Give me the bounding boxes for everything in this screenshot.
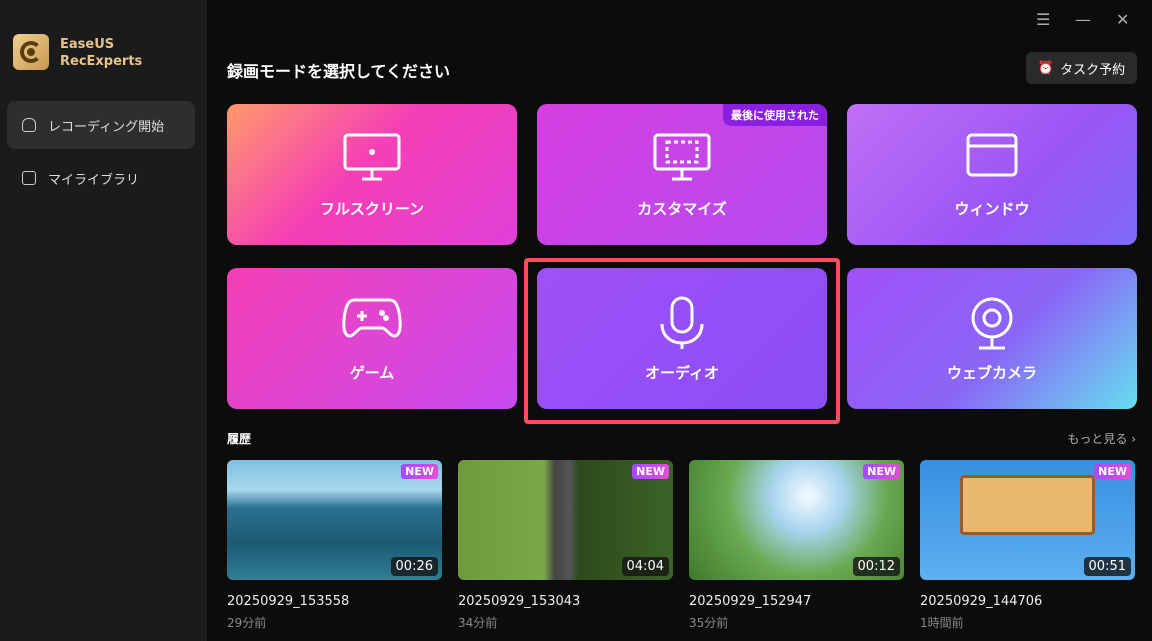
close-button[interactable]: ✕ [1116, 10, 1129, 29]
recording-age: 29分前 [227, 614, 266, 631]
home-icon [22, 118, 36, 132]
sidebar-item-label: レコーディング開始 [48, 116, 164, 135]
duration-label: 00:51 [1084, 557, 1131, 576]
mode-game[interactable]: ゲーム [227, 268, 517, 409]
sidebar: EaseUSRecExperts レコーディング開始 マイライブラリ [0, 0, 207, 641]
history-title: 履歴 [227, 430, 251, 447]
gamepad-icon [342, 296, 402, 340]
recording-age: 1時間前 [920, 614, 964, 631]
minimize-button[interactable]: — [1075, 10, 1091, 29]
recording-age: 34分前 [458, 614, 497, 631]
see-more-link[interactable]: もっと見る › [1067, 430, 1136, 447]
monitor-region-icon [652, 132, 712, 182]
alarm-clock-icon: ⏰ [1038, 61, 1054, 76]
monitor-fullscreen-icon [342, 132, 402, 182]
new-badge: NEW [632, 464, 669, 479]
duration-label: 00:12 [853, 557, 900, 576]
app-name: EaseUSRecExperts [60, 36, 142, 70]
new-badge: NEW [863, 464, 900, 479]
last-used-badge: 最後に使用された [723, 104, 827, 126]
page-title: 録画モードを選択してください [227, 58, 450, 82]
mode-customize[interactable]: 最後に使用された カスタマイズ [537, 104, 827, 245]
duration-label: 00:26 [391, 557, 438, 576]
sidebar-item-label: マイライブラリ [48, 169, 139, 188]
sidebar-item-start-recording[interactable]: レコーディング開始 [7, 101, 195, 149]
task-schedule-button[interactable]: ⏰タスク予約 [1026, 52, 1137, 84]
recording-age: 35分前 [689, 614, 728, 631]
app-logo-icon [13, 34, 49, 70]
duration-label: 04:04 [622, 557, 669, 576]
library-icon [22, 171, 36, 185]
mode-webcam[interactable]: ウェブカメラ [847, 268, 1137, 409]
game-logo-image [960, 475, 1095, 535]
new-badge: NEW [1094, 464, 1131, 479]
history-thumbnail[interactable]: NEW 00:12 [689, 460, 904, 580]
new-badge: NEW [401, 464, 438, 479]
sidebar-item-my-library[interactable]: マイライブラリ [7, 154, 195, 202]
history-thumbnail[interactable]: NEW 00:26 [227, 460, 442, 580]
recording-name: 20250929_152947 [689, 594, 811, 609]
mode-window[interactable]: ウィンドウ [847, 104, 1137, 245]
window-icon [965, 132, 1019, 178]
history-thumbnail[interactable]: NEW 00:51 [920, 460, 1135, 580]
highlight-frame [524, 258, 840, 424]
menu-icon[interactable]: ☰ [1036, 10, 1050, 29]
mode-fullscreen[interactable]: フルスクリーン [227, 104, 517, 245]
webcam-icon [967, 296, 1017, 350]
recording-name: 20250929_153558 [227, 594, 349, 609]
history-thumbnail[interactable]: NEW 04:04 [458, 460, 673, 580]
recording-name: 20250929_153043 [458, 594, 580, 609]
recording-name: 20250929_144706 [920, 594, 1042, 609]
